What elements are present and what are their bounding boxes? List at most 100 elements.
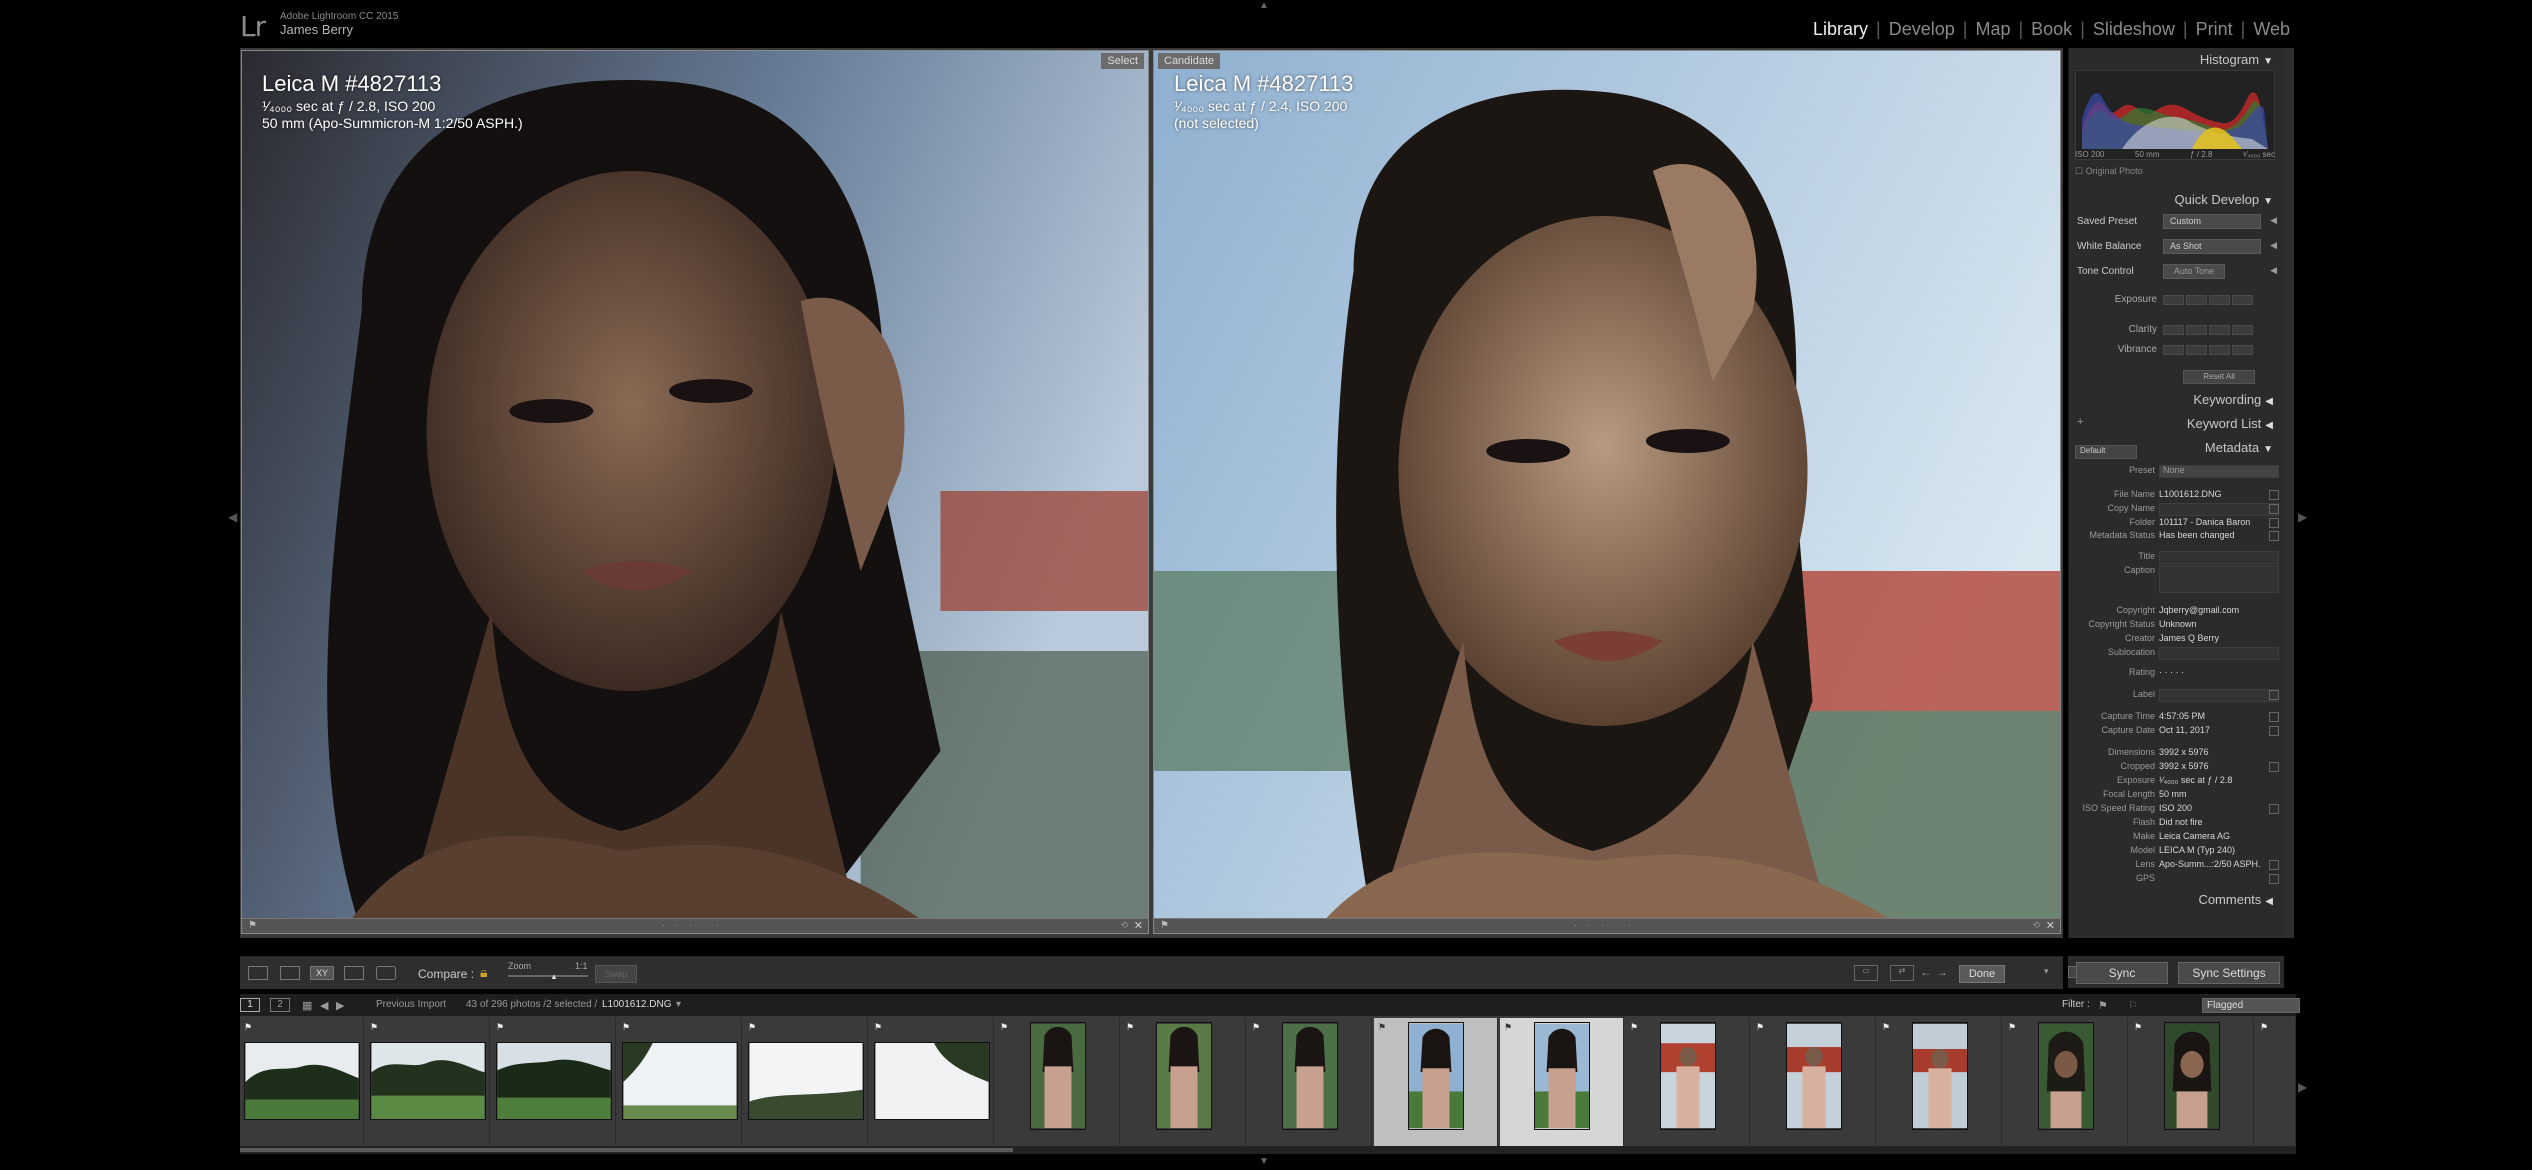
- filmstrip-thumb[interactable]: ⚑: [1626, 1018, 1750, 1146]
- auto-tone-button[interactable]: Auto Tone: [2163, 264, 2225, 279]
- row-action-icon[interactable]: [2269, 860, 2279, 870]
- metadata-field[interactable]: [2159, 565, 2279, 593]
- metadata-value[interactable]: L1001612.DNG: [2159, 489, 2222, 499]
- flag-icon[interactable]: ⚑: [244, 1022, 252, 1033]
- filmstrip-thumb[interactable]: ⚑: [1248, 1018, 1372, 1146]
- unflag-filter-icon[interactable]: ⚐: [2128, 999, 2138, 1012]
- module-slideshow[interactable]: Slideshow: [2087, 19, 2181, 40]
- flag-icon[interactable]: ⚑: [1000, 1022, 1008, 1033]
- metadata-field[interactable]: [2159, 647, 2279, 660]
- filmstrip-scroll-thumb[interactable]: [240, 1148, 1013, 1152]
- swap-button[interactable]: Swap: [595, 965, 637, 983]
- row-action-icon[interactable]: [2269, 531, 2279, 541]
- flag-icon[interactable]: ⚑: [248, 920, 257, 931]
- row-action-icon[interactable]: [2269, 518, 2279, 528]
- flag-icon[interactable]: ⚑: [1252, 1022, 1260, 1033]
- sync-button[interactable]: Sync: [2076, 962, 2168, 984]
- filmstrip-thumb[interactable]: ⚑: [996, 1018, 1120, 1146]
- keyword-list-header[interactable]: Keyword List ◀: [2187, 416, 2273, 431]
- zoom-slider[interactable]: [508, 975, 588, 977]
- module-print[interactable]: Print: [2190, 19, 2239, 40]
- select-photo-pane[interactable]: Leica M #4827113 ¹⁄₄₀₀₀ sec at ƒ / 2.8, …: [241, 50, 1149, 934]
- filmstrip-thumb[interactable]: ⚑: [618, 1018, 742, 1146]
- compare-view-icon[interactable]: XY: [310, 966, 334, 980]
- module-web[interactable]: Web: [2247, 19, 2296, 40]
- original-photo-checkbox[interactable]: ☐ Original Photo: [2075, 166, 2143, 177]
- close-icon[interactable]: ✕: [1134, 919, 1143, 932]
- flag-icon[interactable]: ⚑: [748, 1022, 756, 1033]
- current-filename[interactable]: L1001612.DNG: [602, 999, 672, 1010]
- filmstrip-thumb[interactable]: ⚑: [1122, 1018, 1246, 1146]
- filmstrip-thumb[interactable]: ⚑: [2004, 1018, 2128, 1146]
- zoom-slider-knob[interactable]: ▲: [550, 972, 558, 981]
- filmstrip-thumb[interactable]: ⚑: [492, 1018, 616, 1146]
- close-icon[interactable]: ✕: [2046, 919, 2055, 932]
- filmstrip-thumb-candidate[interactable]: ⚑: [1500, 1018, 1624, 1146]
- row-action-icon[interactable]: [2269, 690, 2279, 700]
- candidate-photo-pane[interactable]: Leica M #4827113 ¹⁄₄₀₀₀ sec at ƒ / 2.4, …: [1153, 50, 2061, 934]
- flag-icon[interactable]: ⚑: [1882, 1022, 1890, 1033]
- filmstrip-thumb[interactable]: ⚑: [744, 1018, 868, 1146]
- filmstrip-thumb[interactable]: ⚑: [366, 1018, 490, 1146]
- module-develop[interactable]: Develop: [1883, 19, 1961, 40]
- filmstrip-thumb[interactable]: ⚑: [870, 1018, 994, 1146]
- flag-icon[interactable]: ⚑: [874, 1022, 882, 1033]
- module-library[interactable]: Library: [1807, 19, 1874, 40]
- flag-icon[interactable]: ⚑: [370, 1022, 378, 1033]
- right-panel-toggle-icon[interactable]: ▶: [2298, 510, 2307, 524]
- flag-icon[interactable]: ⚑: [1160, 920, 1169, 931]
- comments-header[interactable]: Comments ◀: [2198, 892, 2273, 907]
- make-select-icon[interactable]: ▭: [1854, 965, 1878, 981]
- grid-icon[interactable]: ▦: [302, 999, 312, 1012]
- module-book[interactable]: Book: [2025, 19, 2078, 40]
- prev-arrow-icon[interactable]: ←: [1920, 965, 1932, 979]
- histogram-header[interactable]: Histogram ▼: [2200, 52, 2273, 67]
- quick-develop-header[interactable]: Quick Develop ▼: [2175, 192, 2273, 207]
- exposure-buttons[interactable]: [2163, 295, 2253, 305]
- metadata-preset-select[interactable]: Default: [2075, 445, 2137, 459]
- toolbar-menu-icon[interactable]: ▾: [2044, 966, 2049, 977]
- flag-icon[interactable]: ⚑: [622, 1022, 630, 1033]
- vibrance-buttons[interactable]: [2163, 345, 2253, 355]
- flag-icon[interactable]: ⚑: [2008, 1022, 2016, 1033]
- flag-filter-icon[interactable]: ⚑: [2098, 999, 2108, 1012]
- add-keyword-icon[interactable]: +: [2077, 416, 2083, 428]
- filmstrip-thumb[interactable]: ⚑: [1752, 1018, 1876, 1146]
- row-action-icon[interactable]: [2269, 712, 2279, 722]
- filmstrip-thumb[interactable]: ⚑: [240, 1018, 364, 1146]
- module-map[interactable]: Map: [1969, 19, 2016, 40]
- forward-icon[interactable]: ▶: [336, 999, 344, 1012]
- metadata-header[interactable]: Metadata ▼: [2205, 440, 2273, 455]
- disclosure-icon[interactable]: ◀: [2270, 215, 2277, 226]
- metadata-rating[interactable]: · · · · ·: [2159, 667, 2184, 677]
- metadata-field[interactable]: [2159, 551, 2279, 564]
- rating-stars[interactable]: · · · · ·: [662, 920, 723, 930]
- row-action-icon[interactable]: [2269, 874, 2279, 884]
- top-panel-toggle-icon[interactable]: ▲: [1259, 0, 1269, 11]
- flag-icon[interactable]: ⚑: [1126, 1022, 1134, 1033]
- row-action-icon[interactable]: [2269, 490, 2279, 500]
- lock-icon[interactable]: 🔒︎: [480, 964, 487, 981]
- page-1-button[interactable]: 1: [240, 998, 260, 1012]
- filmstrip-thumb[interactable]: ⚑: [2256, 1018, 2296, 1146]
- left-panel-toggle-icon[interactable]: ◀: [228, 510, 237, 524]
- loupe-view-icon[interactable]: [280, 966, 300, 980]
- clarity-buttons[interactable]: [2163, 325, 2253, 335]
- bottom-panel-toggle-icon[interactable]: ▼: [1259, 1156, 1269, 1167]
- grid-view-icon[interactable]: [248, 966, 268, 980]
- filter-select[interactable]: Flagged: [2202, 998, 2300, 1013]
- next-arrow-icon[interactable]: →: [1936, 965, 1948, 979]
- flag-icon[interactable]: ⚑: [2134, 1022, 2142, 1033]
- page-2-button[interactable]: 2: [270, 998, 290, 1012]
- filmstrip-thumb-select[interactable]: ⚑: [1374, 1018, 1498, 1146]
- row-action-icon[interactable]: [2269, 726, 2279, 736]
- filmstrip-right-toggle-icon[interactable]: ▶: [2298, 1080, 2307, 1094]
- metadata-value[interactable]: James Q Berry: [2159, 633, 2219, 643]
- filmstrip-thumb[interactable]: ⚑: [2130, 1018, 2254, 1146]
- flag-icon[interactable]: ⚑: [2260, 1022, 2268, 1033]
- filename-menu-icon[interactable]: ▾: [676, 999, 681, 1010]
- saved-preset-select[interactable]: Custom: [2163, 214, 2261, 229]
- sync-settings-button[interactable]: Sync Settings: [2178, 962, 2280, 984]
- row-action-icon[interactable]: [2269, 504, 2279, 514]
- back-icon[interactable]: ◀: [320, 999, 328, 1012]
